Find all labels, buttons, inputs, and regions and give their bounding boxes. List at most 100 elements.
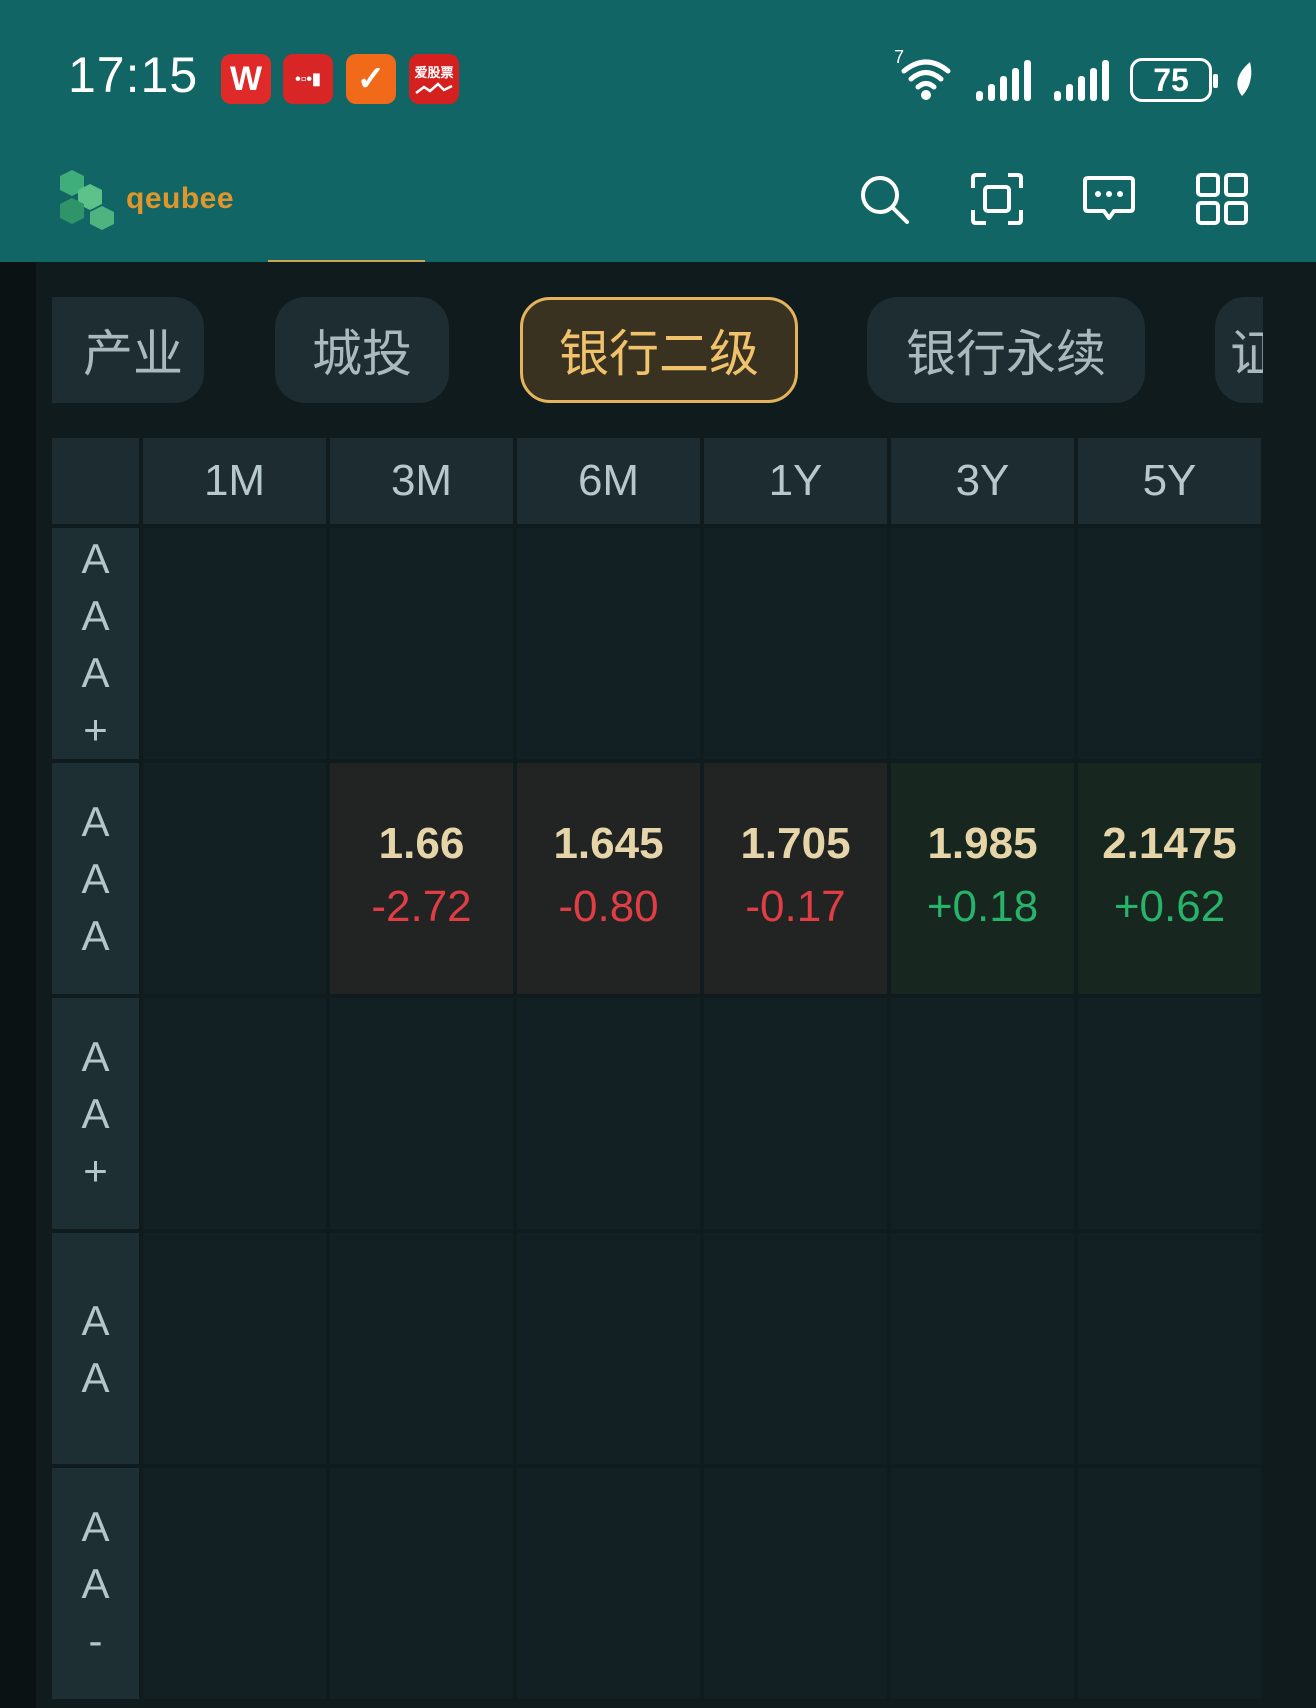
- empty-cell: [143, 1233, 326, 1464]
- category-chip[interactable]: 银行永续: [867, 297, 1145, 403]
- message-icon[interactable]: [1082, 172, 1136, 226]
- signal-icon-1: [976, 60, 1031, 101]
- empty-cell: [891, 1233, 1074, 1464]
- signal-icon-2: [1054, 60, 1109, 101]
- yield-value: 2.1475: [1102, 818, 1237, 868]
- app-logo[interactable]: qeubee: [52, 166, 234, 232]
- empty-cell: [517, 528, 700, 759]
- rating-char: +: [83, 1147, 108, 1194]
- wifi-icon: 7: [894, 47, 954, 105]
- charging-leaf-icon: [1237, 62, 1252, 96]
- yield-change: -2.72: [371, 881, 472, 931]
- empty-cell: [704, 1233, 887, 1464]
- yield-change: -0.80: [558, 881, 659, 931]
- empty-cell: [330, 1233, 513, 1464]
- category-chip[interactable]: 银行二级: [520, 297, 798, 403]
- top-bar: 17:15 W •▫•▮ ✓ 爱股票 7 75 qeubee: [0, 0, 1316, 262]
- rating-label: AA -: [52, 1468, 139, 1699]
- yield-change: -0.17: [745, 881, 846, 931]
- battery-indicator: 75: [1130, 58, 1218, 102]
- left-rail: [0, 262, 36, 1708]
- empty-cell: [330, 528, 513, 759]
- empty-cell: [891, 998, 1074, 1229]
- chart-notification-icon: •▫•▮: [283, 54, 333, 104]
- yield-cell[interactable]: 1.66 -2.72: [330, 763, 513, 994]
- category-chip[interactable]: 产业: [52, 297, 204, 403]
- stock-app-label: 爱股票: [414, 64, 454, 80]
- empty-cell: [143, 528, 326, 759]
- rating-label: AA: [52, 1233, 139, 1464]
- scan-icon[interactable]: [970, 172, 1024, 226]
- rating-char: A: [81, 1353, 110, 1401]
- tenor-header[interactable]: 1M: [143, 438, 326, 524]
- tenor-header[interactable]: 1Y: [704, 438, 887, 524]
- rating-char: A: [81, 591, 110, 639]
- check-notification-icon: ✓: [346, 54, 396, 104]
- empty-cell: [517, 1233, 700, 1464]
- tenor-header[interactable]: 5Y: [1078, 438, 1261, 524]
- empty-cell: [143, 763, 326, 994]
- empty-cell: [704, 528, 887, 759]
- status-indicators: 7 75: [894, 47, 1256, 108]
- brand-name: qeubee: [126, 182, 235, 215]
- cube-logo-icon: [60, 170, 114, 230]
- app-screen: 17:15 W •▫•▮ ✓ 爱股票 7 75 qeubee 产业 城投 银行二…: [0, 0, 1316, 1708]
- rating-char: A: [81, 912, 110, 959]
- rating-char: A: [81, 648, 110, 696]
- empty-cell: [1078, 528, 1261, 759]
- yield-value: 1.66: [378, 818, 465, 868]
- grid-corner: [52, 438, 139, 524]
- stock-trend-icon: [415, 81, 453, 94]
- active-tab-indicator: [268, 260, 425, 262]
- category-chip[interactable]: 证: [1215, 297, 1263, 403]
- rating-char: A: [81, 855, 110, 902]
- category-chip[interactable]: 城投: [275, 297, 449, 403]
- empty-cell: [704, 1468, 887, 1699]
- empty-cell: [891, 528, 1074, 759]
- empty-cell: [704, 998, 887, 1229]
- yield-cell[interactable]: 1.985 +0.18: [891, 763, 1074, 994]
- yield-change: +0.18: [926, 881, 1039, 931]
- empty-cell: [330, 998, 513, 1229]
- rating-char: +: [83, 705, 108, 753]
- empty-cell: [330, 1468, 513, 1699]
- status-time: 17:15: [68, 47, 199, 103]
- empty-cell: [1078, 1468, 1261, 1699]
- empty-cell: [1078, 1233, 1261, 1464]
- empty-cell: [1078, 998, 1261, 1229]
- rating-char: A: [81, 1560, 110, 1607]
- yield-cell[interactable]: 1.645 -0.80: [517, 763, 700, 994]
- wifi-label: 7: [894, 47, 905, 67]
- rating-char: A: [81, 1503, 110, 1550]
- category-chip-label: 产业: [83, 325, 183, 383]
- rating-label: A A A +: [52, 528, 139, 759]
- category-chip-label: 银行二级: [559, 325, 759, 383]
- search-icon[interactable]: [857, 172, 911, 226]
- empty-cell: [891, 1468, 1074, 1699]
- yield-value: 1.705: [740, 818, 851, 868]
- category-chip-label: 银行永续: [906, 325, 1106, 383]
- rating-char: -: [88, 1617, 103, 1664]
- yield-value: 1.645: [553, 818, 664, 868]
- category-chip-label: 证: [1230, 325, 1263, 383]
- empty-cell: [143, 998, 326, 1229]
- rating-char: A: [81, 1033, 110, 1080]
- empty-cell: [517, 998, 700, 1229]
- rating-char: A: [81, 1296, 110, 1344]
- category-chip-label: 城投: [312, 325, 412, 383]
- yield-change: +0.62: [1113, 881, 1226, 931]
- battery-level: 75: [1153, 61, 1189, 98]
- wps-notification-icon: W: [221, 54, 271, 104]
- grid-menu-icon[interactable]: [1195, 172, 1249, 226]
- tenor-header[interactable]: 3Y: [891, 438, 1074, 524]
- tenor-header[interactable]: 3M: [330, 438, 513, 524]
- tenor-header[interactable]: 6M: [517, 438, 700, 524]
- yield-cell[interactable]: 1.705 -0.17: [704, 763, 887, 994]
- rating-label: AAA: [52, 763, 139, 994]
- stock-app-notification-icon: 爱股票: [409, 54, 459, 104]
- rating-char: A: [81, 1090, 110, 1137]
- rating-label: A A +: [52, 998, 139, 1229]
- yield-value: 1.985: [927, 818, 1038, 868]
- empty-cell: [143, 1468, 326, 1699]
- yield-cell[interactable]: 2.1475 +0.62: [1078, 763, 1261, 994]
